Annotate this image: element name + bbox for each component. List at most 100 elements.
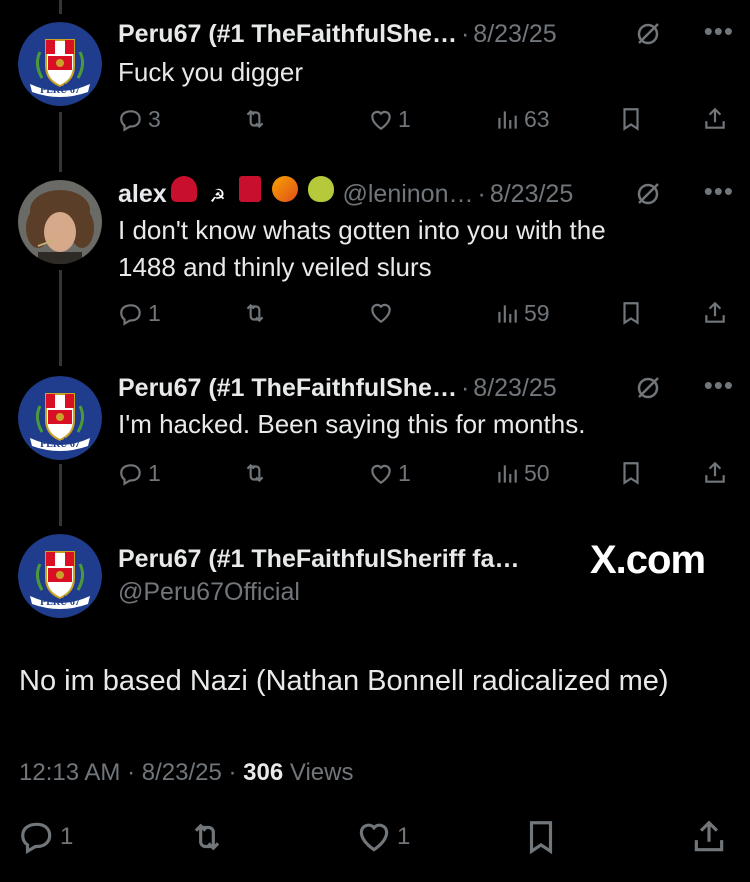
share-icon — [705, 461, 725, 483]
repost-button[interactable] — [188, 818, 230, 856]
main-tweet-actions: 1 1 — [0, 818, 750, 862]
mango-icon — [271, 176, 298, 202]
views-icon — [498, 304, 517, 323]
more-options-icon[interactable]: ••• — [704, 370, 734, 401]
tweet-time[interactable]: 12:13 AM — [19, 759, 120, 786]
tweet-date[interactable]: 8/23/25 — [473, 20, 556, 49]
share-icon — [694, 820, 724, 852]
separator-dot: · — [460, 373, 470, 402]
repost-button[interactable] — [242, 300, 272, 326]
bookmark-icon — [529, 821, 553, 855]
reply-button[interactable]: 1 — [118, 300, 161, 327]
tweet-header: Peru67 (#1 TheFaithfulShe… · 8/23/25 ••• — [118, 16, 734, 52]
tweet-actions: 3 1 63 — [118, 106, 734, 140]
views-button[interactable]: 63 — [494, 106, 550, 133]
reply-button[interactable]: 1 — [118, 460, 161, 487]
tweet-actions: 1 1 50 — [118, 460, 734, 494]
main-tweet-text: No im based Nazi (Nathan Bonnell radical… — [19, 665, 669, 697]
like-count: 1 — [398, 106, 411, 132]
bookmark-button[interactable] — [618, 300, 648, 326]
author-handle[interactable]: @Peru67Official — [118, 578, 300, 607]
author-name[interactable]: alex — [118, 180, 167, 209]
repost-icon — [246, 109, 264, 129]
grok-icon[interactable] — [634, 20, 662, 48]
reply-button[interactable]: 3 — [118, 106, 161, 133]
tweet-date[interactable]: 8/23/25 — [473, 374, 556, 403]
reply-button[interactable]: 1 — [18, 818, 73, 856]
bookmark-icon — [623, 462, 639, 485]
alex-avatar[interactable] — [18, 180, 102, 264]
views-count: 50 — [524, 460, 550, 486]
crest-caption: PERÚ 67 — [40, 596, 80, 608]
peru67-avatar[interactable]: PERÚ 67 — [18, 22, 102, 106]
tweet-1[interactable]: PERÚ 67 Peru67 (#1 TheFaithfulShe… · 8/2… — [0, 0, 750, 150]
views-count: 59 — [524, 300, 550, 326]
author-handle[interactable]: @leninon… — [342, 180, 473, 209]
peru67-avatar[interactable]: PERÚ 67 — [18, 534, 102, 618]
like-button[interactable]: 1 — [368, 106, 411, 133]
tweet-3[interactable]: PERÚ 67 Peru67 (#1 TheFaithfulShe… · 8/2… — [0, 366, 750, 496]
name-emojis: ☭ — [167, 176, 335, 212]
crest-caption: PERÚ 67 — [40, 84, 80, 96]
tweet-date[interactable]: 8/23/25 — [142, 759, 222, 786]
bookmark-icon — [623, 108, 639, 131]
like-count: 1 — [397, 823, 411, 850]
share-button[interactable] — [690, 818, 732, 856]
reply-count: 3 — [148, 106, 161, 132]
tweet-text-line: I don't know whats gotten into you with … — [118, 215, 606, 245]
red-book-icon — [238, 176, 261, 202]
separator-dot: · — [228, 759, 244, 786]
tweet-header: Peru67 (#1 TheFaithfulShe… · 8/23/25 ••• — [118, 370, 734, 406]
tweet-text: Fuck you digger — [118, 57, 303, 87]
views-button[interactable]: 59 — [494, 300, 550, 327]
repost-button[interactable] — [242, 106, 272, 132]
bookmark-icon — [623, 302, 639, 325]
author-name[interactable]: Peru67 (#1 TheFaithfulShe… — [118, 374, 457, 403]
tweet-meta: 12:13 AM · 8/23/25 · 306 Views — [19, 759, 353, 787]
heart-icon — [359, 823, 389, 852]
more-options-icon[interactable]: ••• — [704, 16, 734, 47]
repost-icon — [194, 823, 220, 851]
reply-count: 1 — [148, 300, 161, 326]
share-button[interactable] — [702, 300, 732, 326]
xcom-watermark: X.com — [590, 538, 706, 582]
heart-icon — [371, 110, 391, 130]
tweet-actions: 1 59 — [118, 300, 734, 334]
like-button[interactable] — [368, 300, 398, 326]
bookmark-button[interactable] — [618, 106, 648, 132]
share-button[interactable] — [702, 460, 732, 486]
views-count: 63 — [524, 106, 550, 132]
share-button[interactable] — [702, 106, 732, 132]
repost-button[interactable] — [242, 460, 272, 486]
author-name[interactable]: Peru67 (#1 TheFaithfulSheriff fa… — [118, 545, 519, 574]
reply-count: 1 — [148, 460, 161, 486]
share-icon — [705, 107, 725, 129]
separator-dot: · — [460, 19, 470, 48]
grok-icon[interactable] — [634, 374, 662, 402]
views-count[interactable]: 306 — [243, 759, 283, 786]
share-icon — [705, 301, 725, 323]
grok-icon[interactable] — [634, 180, 662, 208]
bookmark-button[interactable] — [522, 818, 564, 856]
reply-icon — [120, 303, 141, 326]
like-button[interactable]: 1 — [355, 818, 410, 856]
reply-count: 1 — [60, 823, 74, 850]
tweet-text-line: 1488 and thinly veiled slurs — [118, 252, 432, 282]
tweet-2[interactable]: alex ☭ @leninon… · 8/23/25 ••• I don't k… — [0, 170, 750, 360]
heart-icon — [371, 303, 391, 323]
pear-icon — [308, 176, 335, 202]
author-name[interactable]: Peru67 (#1 TheFaithfulShe… — [118, 20, 457, 49]
like-button[interactable]: 1 — [368, 460, 411, 487]
views-icon — [498, 464, 517, 483]
bookmark-button[interactable] — [618, 460, 648, 486]
reply-icon — [21, 822, 52, 855]
reply-icon — [120, 109, 141, 132]
heart-icon — [371, 464, 391, 484]
more-options-icon[interactable]: ••• — [704, 176, 734, 207]
views-label: Views — [289, 759, 354, 786]
tweet-date[interactable]: 8/23/25 — [490, 180, 573, 209]
views-button[interactable]: 50 — [494, 460, 550, 487]
repost-icon — [246, 303, 264, 323]
separator-dot: · — [127, 759, 142, 786]
peru67-avatar[interactable]: PERÚ 67 — [18, 376, 102, 460]
